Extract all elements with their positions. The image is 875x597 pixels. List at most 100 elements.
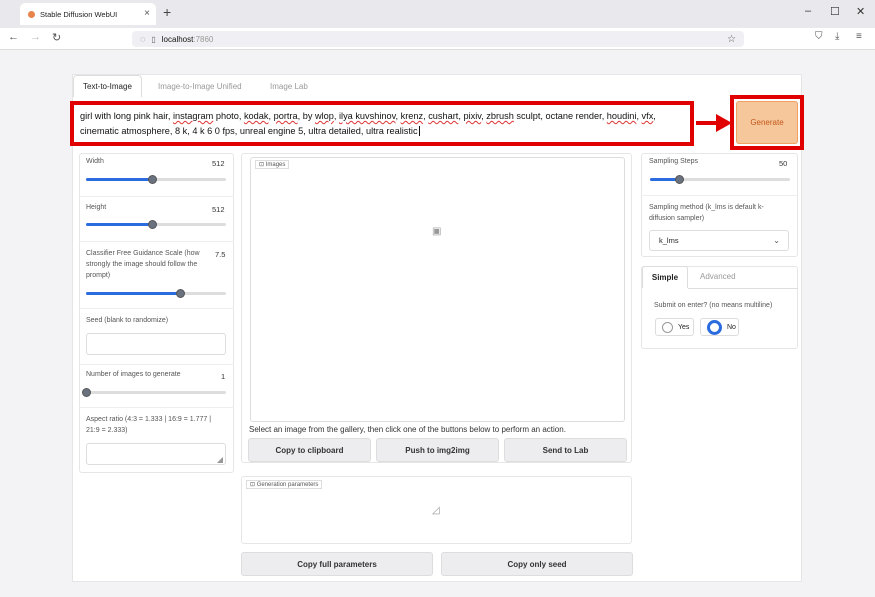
no-option[interactable]: No xyxy=(700,318,739,336)
send-to-lab-button[interactable]: Send to Lab xyxy=(504,438,627,462)
prompt-segment: sculpt, octane render, xyxy=(513,111,607,121)
prompt-flagged-word: zbrush xyxy=(486,111,514,121)
copy-to-clipboard-button[interactable]: Copy to clipboard xyxy=(248,438,371,462)
annotation-arrow xyxy=(696,114,732,132)
num-images-slider-track xyxy=(86,391,226,394)
browser-tab[interactable]: Stable Diffusion WebUI × xyxy=(20,3,156,25)
new-tab-icon[interactable]: + xyxy=(163,4,171,20)
height-label: Height xyxy=(86,204,107,211)
cfg-slider-knob[interactable] xyxy=(175,289,185,298)
menu-icon[interactable]: ≡ xyxy=(856,31,862,42)
seed-input[interactable] xyxy=(86,333,226,355)
divider xyxy=(79,196,234,197)
shield-icon: ◌ xyxy=(140,34,146,44)
width-slider[interactable] xyxy=(86,175,226,184)
sampling-method-select[interactable]: k_lms ⌄ xyxy=(649,230,789,251)
width-value: 512 xyxy=(212,159,225,168)
gallery-hint: Select an image from the gallery, then c… xyxy=(249,425,566,434)
copy-only-seed-button[interactable]: Copy only seed xyxy=(441,552,633,576)
divider xyxy=(688,288,798,289)
chart-placeholder-icon: ◿ xyxy=(432,505,440,516)
reload-icon[interactable]: ↻ xyxy=(52,31,61,44)
image-icon: ⊡ xyxy=(259,162,266,168)
prompt-flagged-word: instagram xyxy=(172,111,214,121)
maximize-icon[interactable]: ☐ xyxy=(830,5,840,18)
minimize-icon[interactable]: – xyxy=(805,5,811,17)
prompt-segment: photo, xyxy=(213,111,244,121)
seed-label: Seed (blank to randomize) xyxy=(86,317,169,324)
prompt-input[interactable]: girl with long pink hair, instagram phot… xyxy=(70,101,694,146)
close-window-icon[interactable]: ✕ xyxy=(856,5,865,18)
height-slider-knob[interactable] xyxy=(147,220,157,229)
prompt-flagged-word: vfx xyxy=(641,111,654,121)
tab-image-lab[interactable]: Image Lab xyxy=(262,78,316,95)
tab-text-to-image[interactable]: Text-to-Image xyxy=(73,75,142,97)
yes-option[interactable]: Yes xyxy=(655,318,694,336)
browser-tab-title: Stable Diffusion WebUI xyxy=(40,9,118,19)
submit-on-enter-label: Submit on enter? (no means multiline) xyxy=(654,302,773,309)
prompt-flagged-word: wlop xyxy=(314,111,334,121)
width-slider-knob[interactable] xyxy=(147,175,157,184)
cfg-slider-track xyxy=(86,292,226,295)
params-icon: ⊡ xyxy=(250,482,257,488)
tab-simple[interactable]: Simple xyxy=(642,266,688,288)
sampling-steps-label: Sampling Steps xyxy=(649,158,699,165)
bookmark-star-icon[interactable]: ☆ xyxy=(727,34,736,45)
prompt-flagged-word: ilya kuvshinov xyxy=(339,111,396,121)
prompt-segment: , by xyxy=(297,111,315,121)
no-label: No xyxy=(727,323,736,331)
divider xyxy=(79,364,234,365)
gen-params-label-text: Generation parameters xyxy=(256,482,319,488)
prompt-flagged-word: cushart xyxy=(428,111,459,121)
prompt-flagged-word: pixiv xyxy=(463,111,482,121)
sampling-method-value: k_lms xyxy=(659,236,679,245)
chevron-down-icon: ⌄ xyxy=(773,236,780,245)
divider xyxy=(79,308,234,309)
back-icon[interactable]: ← xyxy=(8,31,19,43)
yes-label: Yes xyxy=(678,323,690,331)
sampling-method-label: Sampling method (k_lms is default k-diff… xyxy=(649,204,764,222)
url-bar[interactable]: ◌ ▯ localhost:7860 ☆ xyxy=(132,31,744,47)
num-images-slider[interactable] xyxy=(82,388,226,397)
prompt-flagged-word: houdini xyxy=(606,111,637,121)
url-port: :7860 xyxy=(193,34,214,44)
height-slider[interactable] xyxy=(86,220,226,229)
generate-button[interactable]: Generate xyxy=(736,101,798,144)
yes-radio[interactable] xyxy=(662,321,673,333)
extension-icon[interactable]: ⛉ xyxy=(815,31,823,42)
page-icon: ▯ xyxy=(151,34,156,44)
images-label-text: Images xyxy=(265,162,286,168)
text-cursor xyxy=(418,125,420,136)
images-label: ⊡ Images xyxy=(255,160,290,169)
cfg-label: Classifier Free Guidance Scale (how stro… xyxy=(86,250,200,279)
image-gallery[interactable] xyxy=(250,157,625,422)
resize-handle-icon[interactable]: ◢ xyxy=(217,455,223,464)
forward-icon[interactable]: → xyxy=(30,31,41,43)
cfg-slider[interactable] xyxy=(86,289,226,298)
sampling-steps-slider[interactable] xyxy=(650,175,790,184)
aspect-ratio-input[interactable]: ◢ xyxy=(86,443,226,465)
image-placeholder-icon: ▣ xyxy=(432,226,442,237)
download-icon[interactable]: ⤓ xyxy=(835,31,839,42)
prompt-segment: girl with long pink hair, xyxy=(80,111,173,121)
prompt-text: girl with long pink hair, instagram phot… xyxy=(80,111,656,136)
width-label: Width xyxy=(86,158,104,165)
prompt-flagged-word: portra xyxy=(273,111,298,121)
prompt-flagged-word: kodak xyxy=(243,111,269,121)
num-images-slider-knob[interactable] xyxy=(82,388,91,397)
gen-params-label: ⊡ Generation parameters xyxy=(246,480,323,489)
favicon-icon xyxy=(28,10,35,18)
tab-image-to-image-unified[interactable]: Image-to-Image Unified xyxy=(150,78,250,95)
prompt-flagged-word: krenz xyxy=(400,111,424,121)
height-slider-fill xyxy=(86,223,152,226)
close-tab-icon[interactable]: × xyxy=(144,8,150,19)
no-radio[interactable] xyxy=(707,319,722,335)
tab-advanced[interactable]: Advanced xyxy=(700,272,736,281)
push-to-img2img-button[interactable]: Push to img2img xyxy=(376,438,499,462)
num-images-value: 1 xyxy=(221,372,226,381)
num-images-label: Number of images to generate xyxy=(86,371,181,378)
divider xyxy=(79,407,234,408)
sampling-steps-value: 50 xyxy=(779,159,788,168)
copy-full-parameters-button[interactable]: Copy full parameters xyxy=(241,552,433,576)
divider xyxy=(79,241,234,242)
